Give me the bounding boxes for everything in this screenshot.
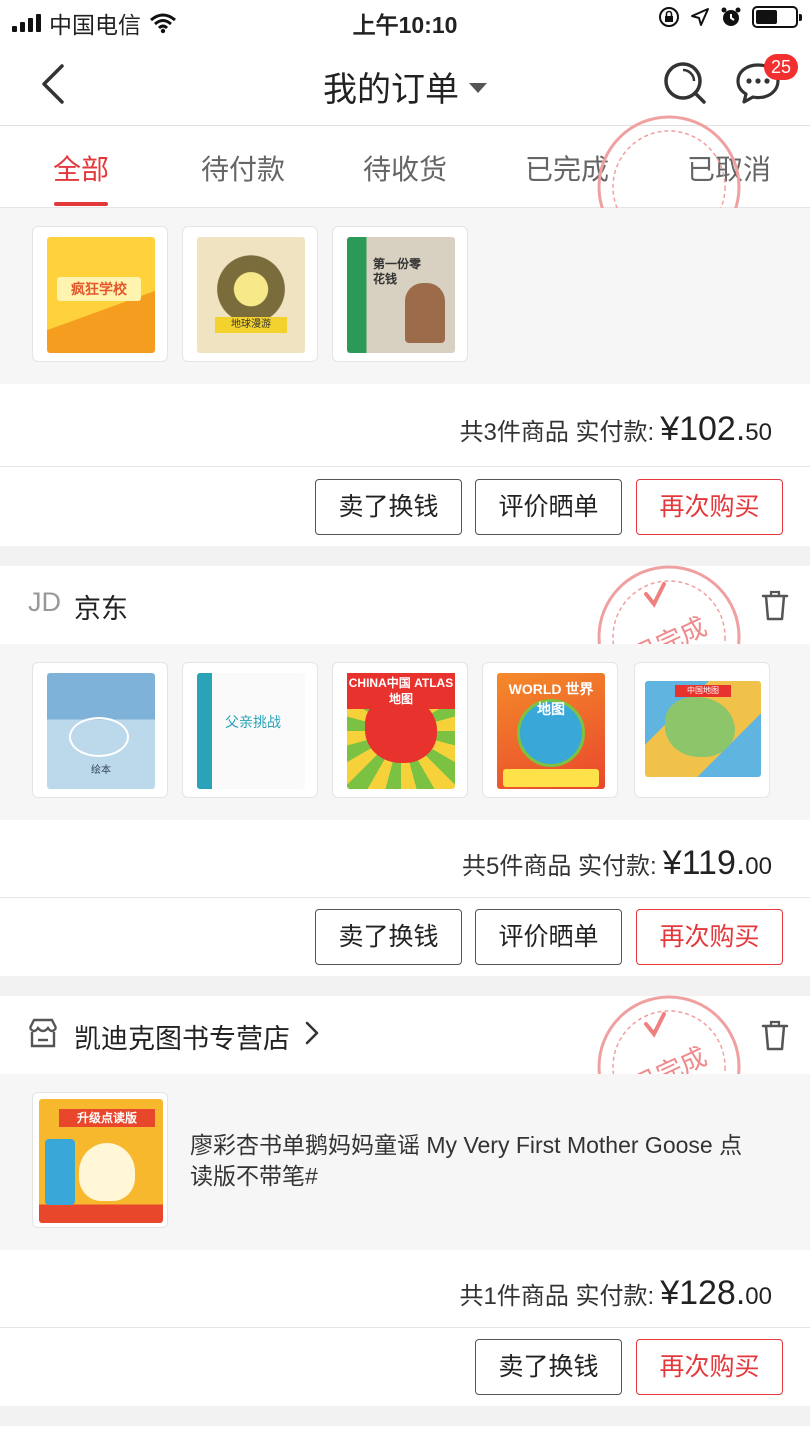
location-icon <box>691 8 709 26</box>
buy-again-button[interactable]: 再次购买 <box>636 909 783 965</box>
product-thumbnail[interactable]: 第一份零花钱 <box>332 226 468 362</box>
order-card[interactable]: 凯迪克图书专营店 已完成 升级点读版 廖彩杏书单鹅妈妈童谣 My Very Fi… <box>0 995 810 1406</box>
product-thumbnail[interactable]: 升级点读版 <box>32 1092 168 1228</box>
goods-thumbnails[interactable]: 疯狂学校 地球漫游 第一份零花钱 <box>0 208 810 384</box>
goods-thumbnails[interactable]: 绘本 父亲挑战 CHINA中国 ATLAS地图 WORLD 世界地图 中国地图 <box>0 644 810 820</box>
trash-icon[interactable] <box>760 1018 790 1052</box>
orientation-lock-icon <box>659 7 679 27</box>
buy-again-button[interactable]: 再次购买 <box>636 1339 783 1395</box>
trash-icon[interactable] <box>760 588 790 622</box>
status-bar: 中国电信 上午10:10 <box>0 0 810 42</box>
order-total-int: ¥102. <box>660 410 746 448</box>
order-item-count: 共1件商品 实付款: <box>459 1283 655 1310</box>
order-card[interactable]: JD 京东 已完成 绘本 父亲挑战 CHINA中国 ATLAS地图 WORLD … <box>0 565 810 976</box>
product-thumbnail[interactable]: CHINA中国 ATLAS地图 <box>332 662 468 798</box>
product-thumbnail[interactable]: 绘本 <box>32 662 168 798</box>
jd-logo: JD <box>28 587 61 617</box>
order-total-int: ¥128. <box>660 1274 746 1312</box>
product-thumbnail[interactable]: WORLD 世界地图 <box>482 662 618 798</box>
buy-again-button[interactable]: 再次购买 <box>636 479 783 535</box>
cover-title: 第一份零花钱 <box>373 257 422 286</box>
store-icon <box>28 1018 58 1048</box>
product-thumbnail[interactable]: 父亲挑战 <box>182 662 318 798</box>
order-summary: 共3件商品 实付款: ¥102.50 <box>460 410 772 449</box>
tab-pending-receipt[interactable]: 待收货 <box>324 148 486 188</box>
review-button[interactable]: 评价晒单 <box>475 909 622 965</box>
order-summary: 共5件商品 实付款: ¥119.00 <box>462 844 772 883</box>
alarm-icon <box>721 7 741 26</box>
divider <box>0 466 810 467</box>
sell-for-cash-button[interactable]: 卖了换钱 <box>315 479 462 535</box>
product-thumbnail[interactable]: 地球漫游 <box>182 226 318 362</box>
product-thumbnail[interactable]: 中国地图 <box>634 662 770 798</box>
message-badge: 25 <box>764 54 798 80</box>
product-title[interactable]: 廖彩杏书单鹅妈妈童谣 My Very First Mother Goose 点读… <box>190 1130 750 1192</box>
sell-for-cash-button[interactable]: 卖了换钱 <box>475 1339 622 1395</box>
cover-title: CHINA中国 ATLAS地图 <box>347 673 455 709</box>
cover-title: 绘本 <box>91 765 111 776</box>
order-total-int: ¥119. <box>662 844 746 882</box>
cover-title: 父亲挑战 <box>225 714 281 730</box>
search-icon[interactable] <box>662 60 708 106</box>
battery-icon <box>752 6 802 28</box>
cover-title: 疯狂学校 <box>57 277 141 301</box>
goods-single[interactable]: 升级点读版 廖彩杏书单鹅妈妈童谣 My Very First Mother Go… <box>0 1074 810 1250</box>
chevron-right-icon[interactable] <box>304 1020 320 1046</box>
cover-title: 地球漫游 <box>215 317 287 333</box>
divider <box>0 897 810 898</box>
divider <box>0 1327 810 1328</box>
caret-down-icon <box>469 83 487 94</box>
order-total-cents: 00 <box>745 853 772 880</box>
tab-all[interactable]: 全部 <box>0 148 162 188</box>
order-summary: 共1件商品 实付款: ¥128.00 <box>460 1274 772 1313</box>
order-total-cents: 50 <box>745 419 772 446</box>
order-item-count: 共3件商品 实付款: <box>459 419 655 446</box>
sell-for-cash-button[interactable]: 卖了换钱 <box>315 909 462 965</box>
tab-pending-payment[interactable]: 待付款 <box>162 148 324 188</box>
active-tab-indicator <box>54 202 108 206</box>
order-card[interactable]: 疯狂学校 地球漫游 第一份零花钱 共3件商品 实付款: ¥102.50 卖了换钱 … <box>0 115 810 546</box>
shop-name[interactable]: 京东 <box>74 587 128 626</box>
order-item-count: 共5件商品 实付款: <box>462 853 657 880</box>
cover-title: 中国地图 <box>675 685 731 697</box>
review-button[interactable]: 评价晒单 <box>475 479 622 535</box>
shop-name[interactable]: 凯迪克图书专营店 <box>74 1017 290 1056</box>
order-card[interactable] <box>0 1426 810 1440</box>
order-total-cents: 00 <box>745 1283 772 1310</box>
cover-title: WORLD 世界地图 <box>508 681 594 717</box>
cover-title: 升级点读版 <box>59 1109 155 1127</box>
product-thumbnail[interactable]: 疯狂学校 <box>32 226 168 362</box>
page-title-text: 我的订单 <box>323 71 459 109</box>
